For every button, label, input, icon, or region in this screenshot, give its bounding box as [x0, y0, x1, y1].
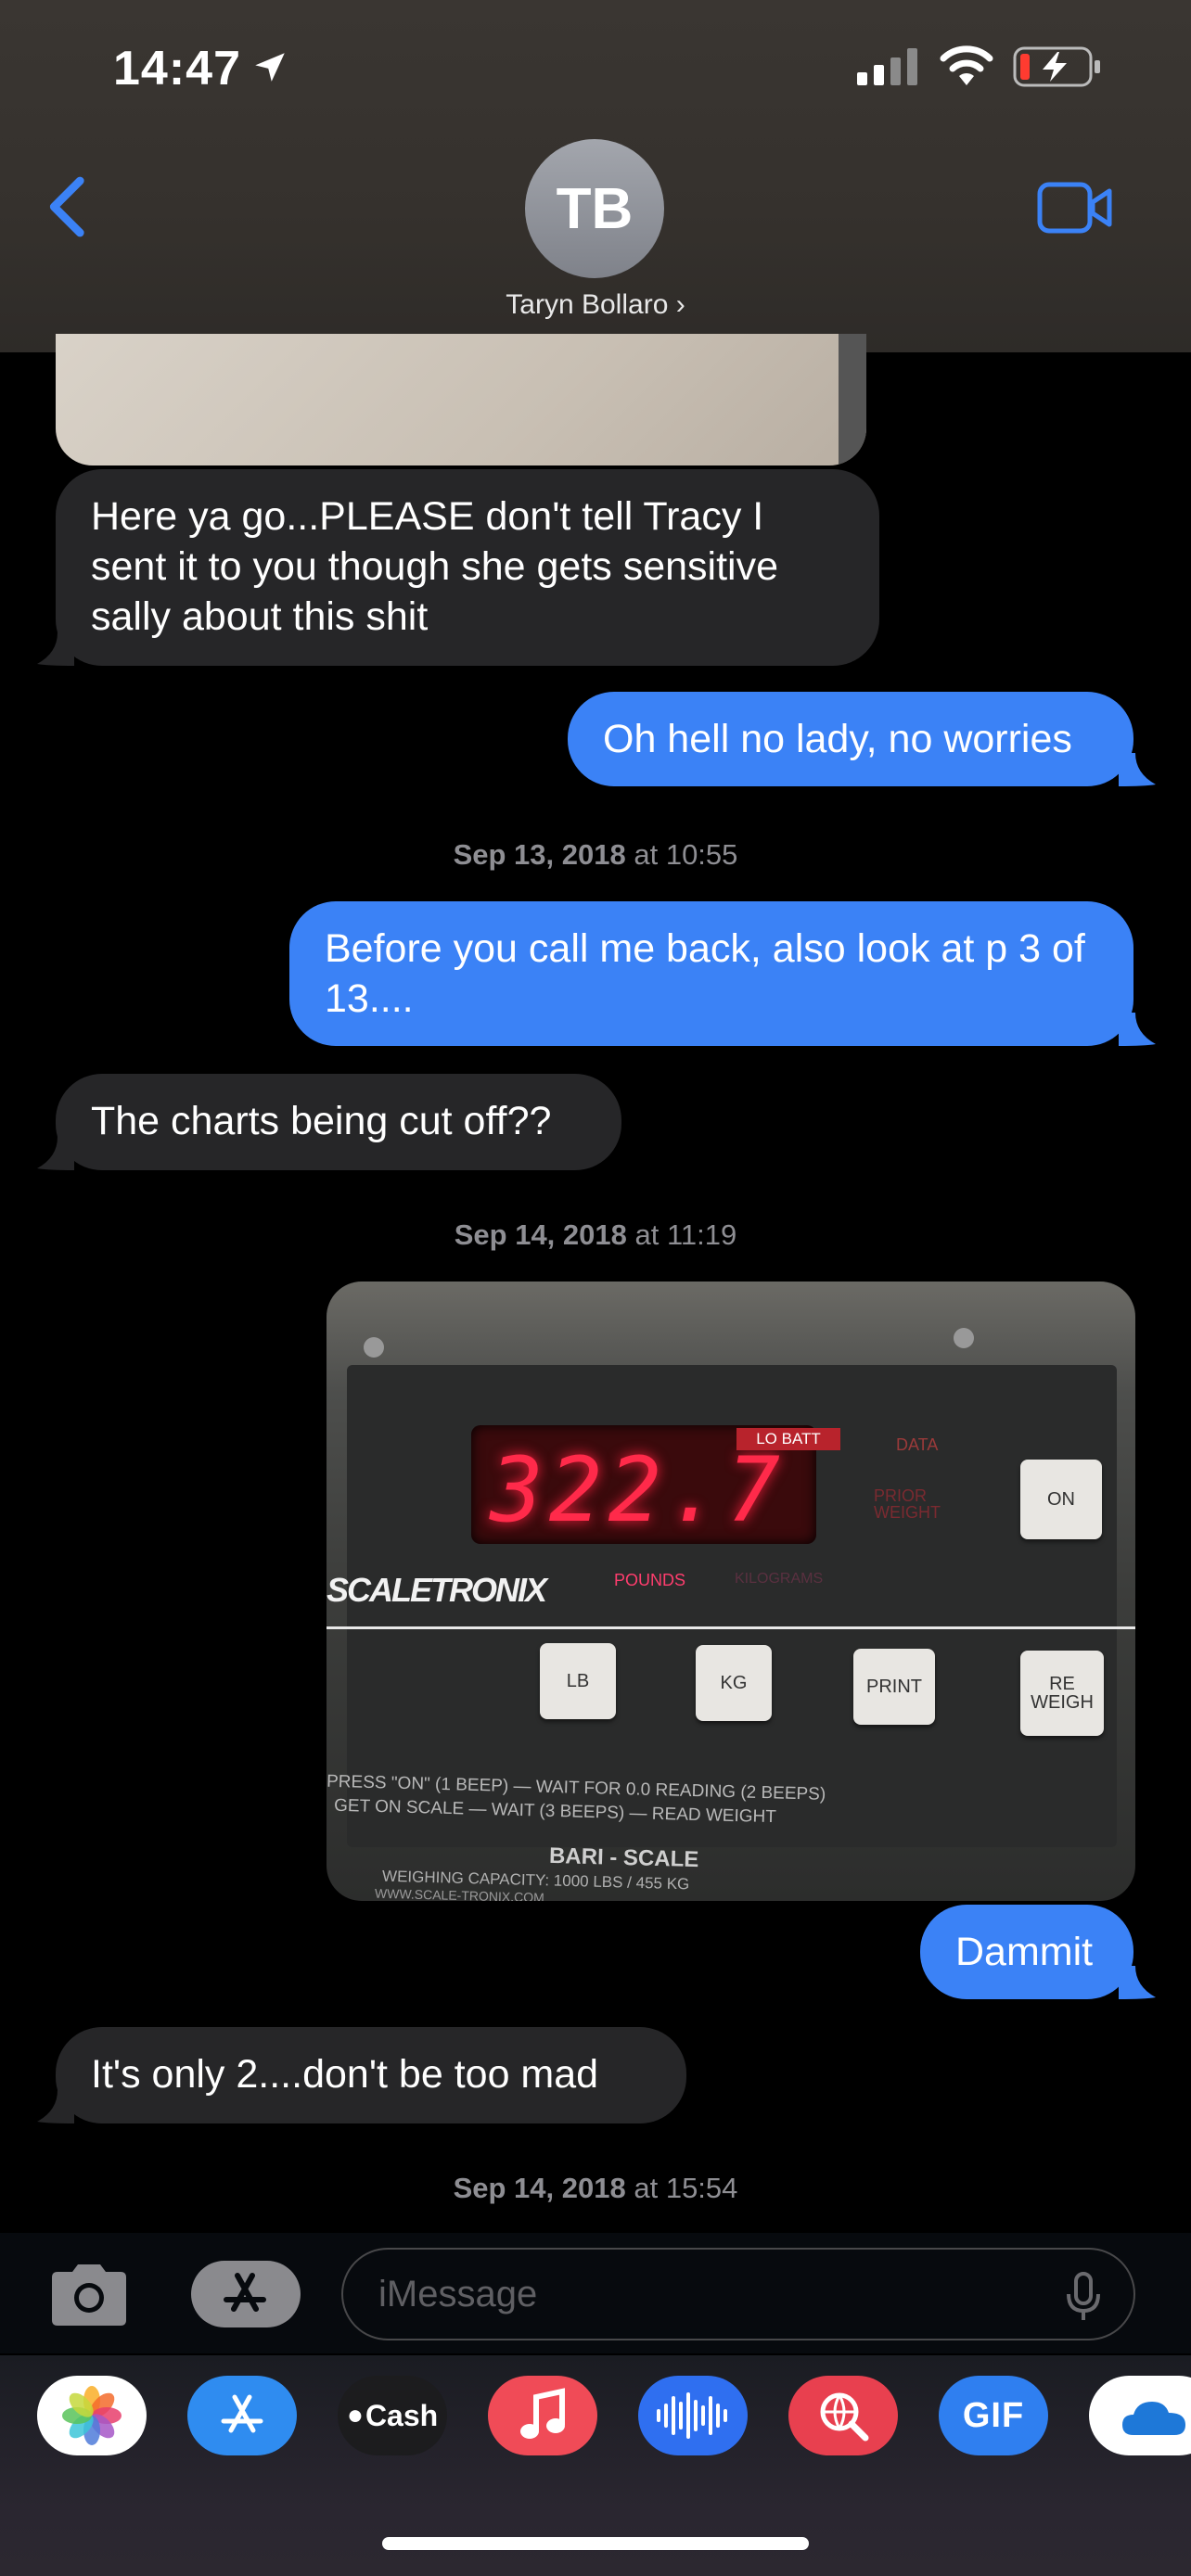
globe-search-icon	[820, 2392, 869, 2442]
message-input-placeholder: iMessage	[378, 2274, 538, 2315]
battery-charging-icon	[1013, 46, 1100, 87]
microphone-icon[interactable]	[1065, 2272, 1102, 2322]
model-label: BARI - SCALE	[548, 1843, 699, 1873]
bubble-tail	[1119, 1966, 1156, 1999]
bubble-tail	[1119, 1013, 1156, 1046]
facetime-video-icon[interactable]	[1037, 182, 1113, 234]
home-indicator[interactable]	[382, 2537, 809, 2550]
bubble-tail	[37, 2090, 74, 2123]
scale-reading: 322.7	[490, 1438, 786, 1542]
kg-button-photo: KG	[696, 1645, 772, 1721]
message-outgoing[interactable]: Oh hell no lady, no worries	[568, 692, 1133, 786]
cellular-signal-icon	[857, 48, 917, 85]
prior-weight-label: PRIOR WEIGHT	[874, 1486, 941, 1522]
timestamp-date: Sep 14, 2018	[454, 1218, 627, 1251]
photo-attachment-previous[interactable]	[56, 334, 866, 465]
screw	[364, 1337, 384, 1358]
photos-icon	[62, 2386, 122, 2445]
lo-batt-label: LO BATT	[736, 1428, 840, 1450]
camera-icon[interactable]	[46, 2261, 132, 2327]
timestamp-date: Sep 14, 2018	[453, 2172, 626, 2204]
print-button-photo: PRINT	[853, 1649, 935, 1725]
voice-app-button[interactable]	[638, 2376, 748, 2455]
music-app-button[interactable]	[488, 2376, 597, 2455]
bubble-tail	[1119, 753, 1156, 786]
music-note-icon	[520, 2388, 565, 2439]
onedrive-app-button[interactable]	[1089, 2376, 1191, 2455]
message-outgoing[interactable]: Before you call me back, also look at p …	[289, 901, 1133, 1046]
timestamp: Sep 14, 2018 at 11:19	[0, 1218, 1191, 1252]
location-arrow-icon	[255, 53, 285, 82]
status-time: 14:47	[113, 42, 241, 96]
contact-name[interactable]: Taryn Bollaro ›	[390, 289, 801, 321]
avatar[interactable]: TB	[525, 139, 664, 278]
wifi-icon	[940, 45, 993, 85]
timestamp: Sep 13, 2018 at 10:55	[0, 838, 1191, 872]
search-images-app-button[interactable]	[788, 2376, 898, 2455]
screw	[954, 1328, 974, 1348]
photo-edge	[839, 334, 866, 465]
apple-cash-app-button[interactable]: ● Cash	[338, 2376, 447, 2455]
kilograms-label: KILOGRAMS	[735, 1571, 824, 1587]
app-store-icon	[224, 2273, 266, 2312]
timestamp-time: at 15:54	[634, 2172, 738, 2204]
panel-divider	[327, 1626, 1135, 1629]
timestamp-time: at 10:55	[634, 838, 738, 871]
reweigh-button-photo: RE WEIGH	[1020, 1651, 1104, 1736]
data-label: DATA	[896, 1435, 939, 1454]
message-outgoing[interactable]: Dammit	[920, 1905, 1133, 1999]
timestamp-date: Sep 13, 2018	[453, 838, 626, 871]
bubble-tail	[37, 632, 74, 666]
message-incoming[interactable]: It's only 2....don't be too mad	[56, 2027, 686, 2123]
app-store-app-button[interactable]	[187, 2376, 297, 2455]
gif-label: GIF	[962, 2395, 1025, 2435]
brand-logo: SCALETRONIX	[327, 1571, 547, 1609]
lb-button-photo: LB	[540, 1643, 616, 1719]
on-button-photo: ON	[1020, 1460, 1102, 1539]
pounds-label: POUNDS	[614, 1571, 686, 1589]
photos-app-button[interactable]	[37, 2376, 147, 2455]
gif-app-button[interactable]: GIF	[939, 2376, 1048, 2455]
app-store-a-icon	[221, 2394, 263, 2433]
timestamp: Sep 14, 2018 at 15:54	[0, 2172, 1191, 2205]
bubble-tail	[37, 1137, 74, 1170]
cash-label: Cash	[365, 2398, 439, 2432]
apple-logo-icon: ●	[346, 2400, 364, 2430]
photo-attachment-scale[interactable]: 322.7 LO BATT DATA PRIOR WEIGHT ON POUND…	[327, 1282, 1135, 1901]
waveform-icon	[657, 2392, 727, 2439]
message-incoming[interactable]: The charts being cut off??	[56, 1074, 621, 1170]
back-chevron-icon[interactable]	[41, 174, 96, 239]
onedrive-cloud-icon	[1122, 2402, 1185, 2435]
message-incoming[interactable]: Here ya go...PLEASE don't tell Tracy I s…	[56, 469, 879, 666]
timestamp-time: at 11:19	[634, 1218, 737, 1251]
